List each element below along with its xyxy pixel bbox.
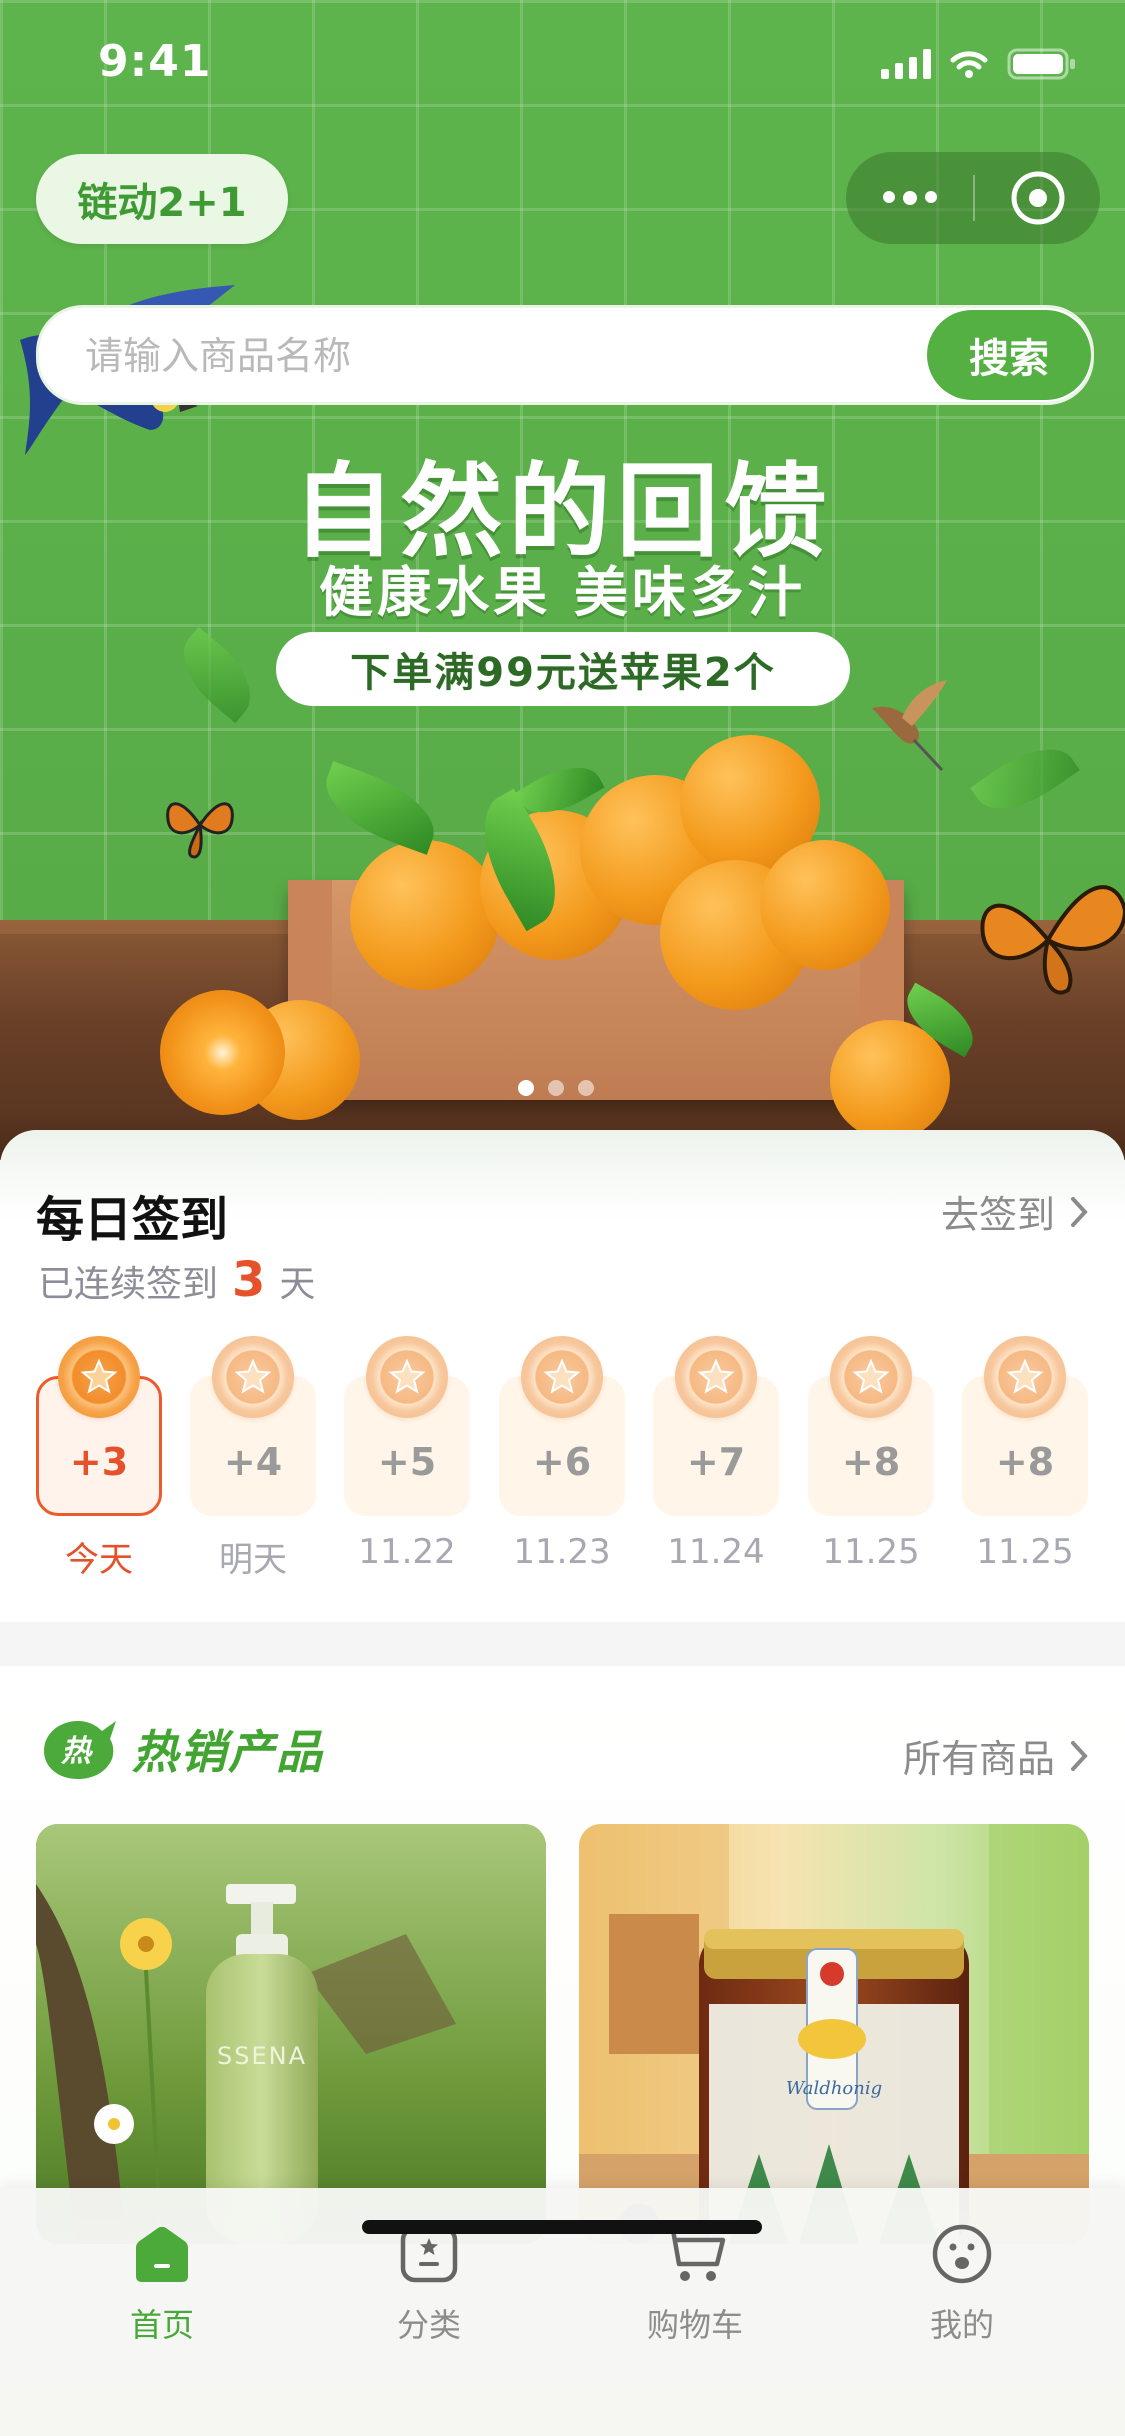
jar-label-text: Waldhonig — [786, 2078, 882, 2099]
checkin-day[interactable]: +4 明天 — [190, 1336, 316, 1580]
checkin-link[interactable]: 去签到 — [941, 1184, 1089, 1239]
coin-star-icon — [675, 1336, 757, 1418]
coin-star-icon — [830, 1336, 912, 1418]
day-label: 11.22 — [358, 1532, 456, 1572]
daily-checkin-card: 每日签到 去签到 已连续签到 3 天 +3 今天 +4 明天 +5 11.22 … — [0, 1130, 1125, 1622]
tab-label: 购物车 — [646, 2306, 743, 2344]
orange-fruit — [350, 840, 500, 990]
coin-star-icon — [984, 1336, 1066, 1418]
profile-icon — [932, 2224, 992, 2284]
coin-star-icon — [366, 1336, 448, 1418]
day-label: 明天 — [219, 1540, 287, 1580]
chevron-right-icon — [1071, 1196, 1088, 1227]
day-points: +6 — [532, 1440, 592, 1484]
checkin-days: +3 今天 +4 明天 +5 11.22 +6 11.23 +7 11.24 +… — [36, 1336, 1090, 1580]
product-card[interactable]: Waldhonig — [579, 1824, 1089, 2244]
mini-program-capsule — [846, 152, 1100, 244]
product-image-honey: Waldhonig — [579, 1824, 1089, 2244]
product-image-lotion: SSENA — [36, 1824, 546, 2244]
day-label: 11.25 — [822, 1532, 920, 1572]
banner-subtitle: 健康水果 美味多汁 — [319, 561, 806, 624]
close-target-icon[interactable] — [975, 170, 1100, 226]
hummingbird-illustration — [872, 680, 947, 772]
checkin-link-label: 去签到 — [940, 1193, 1055, 1237]
bottle-label-text: SSENA — [217, 2042, 307, 2070]
page: 9:41 链动2+1 请输入商品名称 搜索 自然的回馈 健康水果 美味多汁 下单… — [0, 0, 1125, 2436]
coin-star-icon — [58, 1336, 140, 1418]
checkin-day[interactable]: +8 11.25 — [808, 1336, 934, 1576]
status-bar: 9:41 — [0, 0, 1125, 132]
leaf-decoration — [166, 626, 268, 724]
leaf-decoration — [970, 730, 1080, 828]
day-points: +8 — [995, 1440, 1055, 1484]
search-bar: 搜索 — [36, 305, 1094, 405]
checkin-day[interactable]: +5 11.22 — [344, 1336, 470, 1576]
day-points: +7 — [686, 1440, 746, 1484]
carousel-indicator — [518, 1080, 594, 1096]
day-label: 11.25 — [976, 1532, 1074, 1572]
all-products-link[interactable]: 所有商品 — [903, 1728, 1089, 1783]
search-input[interactable] — [83, 308, 847, 404]
day-points: +8 — [841, 1440, 901, 1484]
cellular-signal-icon — [881, 49, 931, 79]
day-points: +5 — [377, 1440, 437, 1484]
carousel-dot[interactable] — [578, 1080, 594, 1096]
tab-label: 首页 — [129, 2306, 194, 2344]
day-label: 11.23 — [513, 1532, 611, 1572]
product-card[interactable]: SSENA — [36, 1824, 546, 2244]
checkin-day[interactable]: +3 今天 — [36, 1336, 162, 1580]
day-points: +4 — [223, 1440, 283, 1484]
streak-suffix: 天 — [279, 1264, 316, 1305]
status-time: 9:41 — [98, 36, 212, 87]
hot-products-header: 热 热销产品 — [36, 1716, 324, 1782]
checkin-streak: 已连续签到 3 天 — [38, 1252, 315, 1308]
coin-star-icon — [212, 1336, 294, 1418]
hero-banner[interactable]: 9:41 链动2+1 请输入商品名称 搜索 自然的回馈 健康水果 美味多汁 下单… — [0, 0, 1125, 1160]
checkin-day[interactable]: +7 11.24 — [653, 1336, 779, 1576]
leaf-decoration — [314, 761, 446, 855]
streak-prefix: 已连续签到 — [38, 1264, 219, 1305]
tab-label: 我的 — [929, 2306, 994, 2344]
carousel-dot[interactable] — [518, 1080, 534, 1096]
home-icon — [136, 2226, 188, 2282]
chevron-right-icon — [1071, 1740, 1088, 1771]
more-menu-icon[interactable] — [846, 191, 973, 205]
wifi-icon — [950, 51, 988, 78]
checkin-day[interactable]: +6 11.23 — [499, 1336, 625, 1576]
all-products-label: 所有商品 — [902, 1737, 1055, 1781]
hot-products-title: 热销产品 — [132, 1725, 324, 1779]
streak-days: 3 — [232, 1252, 266, 1308]
checkin-day[interactable]: +8 11.25 — [962, 1336, 1088, 1576]
day-label: 今天 — [65, 1540, 133, 1580]
day-label: 11.24 — [667, 1532, 765, 1572]
orange-half — [160, 990, 285, 1115]
tab-label: 分类 — [396, 2306, 461, 2344]
tab-profile[interactable]: 我的 — [882, 2214, 1042, 2346]
search-button[interactable]: 搜索 — [927, 310, 1091, 400]
banner-promo: 下单满99元送苹果2个 — [276, 632, 850, 706]
battery-icon — [1007, 48, 1075, 80]
coin-star-icon — [521, 1336, 603, 1418]
brand-pill[interactable]: 链动2+1 — [36, 154, 288, 244]
home-indicator — [362, 2220, 762, 2234]
hot-fire-icon: 热 — [44, 1721, 116, 1779]
tab-home[interactable]: 首页 — [82, 2214, 242, 2346]
monarch-butterfly-illustration — [980, 885, 1125, 995]
hot-badge-text: 热 — [60, 1734, 94, 1769]
orange-fruit — [760, 840, 890, 970]
checkin-title: 每日签到 — [36, 1192, 229, 1248]
butterfly-illustration — [166, 802, 234, 859]
status-icons — [881, 48, 1077, 80]
day-points: +3 — [69, 1440, 129, 1484]
carousel-dot[interactable] — [548, 1080, 564, 1096]
